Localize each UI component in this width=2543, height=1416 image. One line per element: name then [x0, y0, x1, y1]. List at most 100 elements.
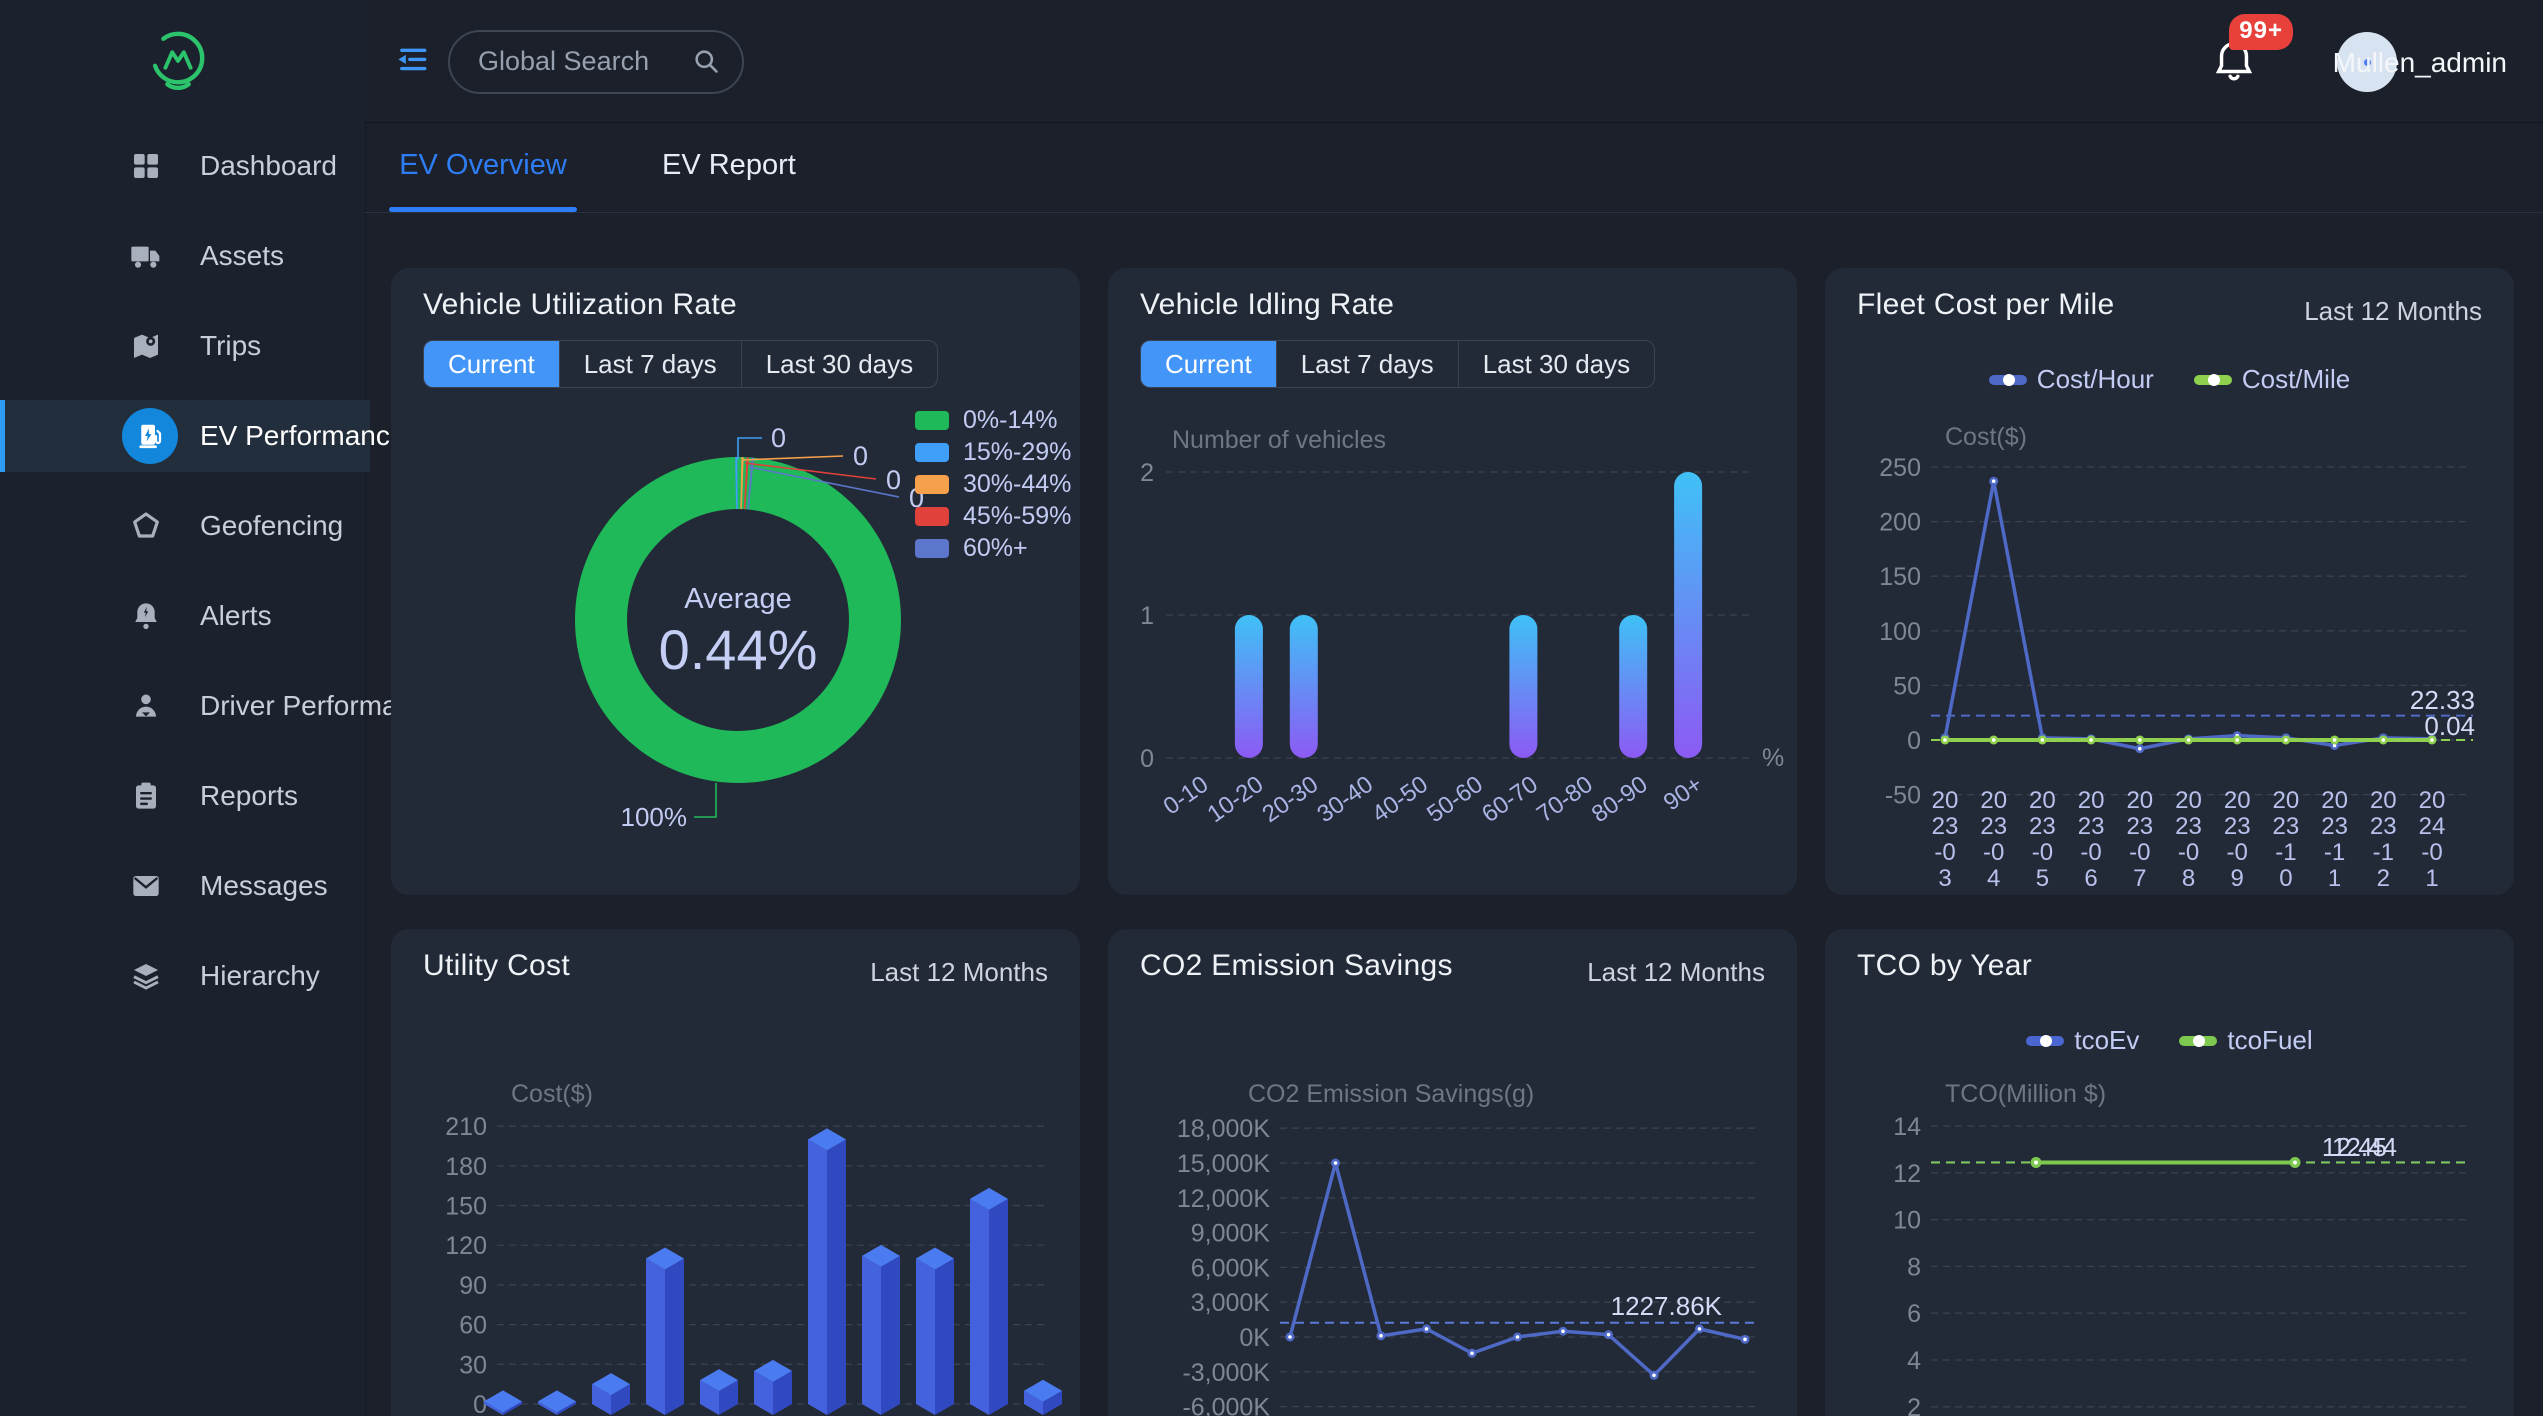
- svg-text:150: 150: [1879, 563, 1921, 591]
- sidebar-item-alerts[interactable]: Alerts: [0, 580, 365, 652]
- svg-text:6,000K: 6,000K: [1191, 1254, 1271, 1282]
- svg-text:70-80: 70-80: [1532, 771, 1598, 828]
- sidebar-item-geofencing[interactable]: Geofencing: [0, 490, 365, 562]
- svg-text:250: 250: [1879, 454, 1921, 482]
- svg-text:2: 2: [1907, 1394, 1921, 1416]
- svg-text:1: 1: [1140, 602, 1154, 630]
- svg-text:14: 14: [1893, 1113, 1921, 1141]
- brand-logo-icon[interactable]: [147, 29, 209, 91]
- svg-text:15,000K: 15,000K: [1177, 1150, 1270, 1178]
- legend-item[interactable]: 60%+: [915, 532, 1071, 564]
- grid-icon: [130, 150, 162, 182]
- svg-text:3,000K: 3,000K: [1191, 1289, 1271, 1317]
- svg-text:-0: -0: [1934, 839, 1955, 866]
- svg-text:-1: -1: [2275, 839, 2296, 866]
- svg-text:12.44: 12.44: [2332, 1132, 2397, 1162]
- svg-text:120: 120: [445, 1232, 487, 1260]
- sidebar-item-label: Messages: [200, 870, 328, 902]
- sidebar-item-trips[interactable]: Trips: [0, 310, 365, 382]
- sidebar-item-driver-performance[interactable]: Driver Performance: [0, 670, 365, 742]
- svg-text:23: 23: [2321, 813, 2348, 840]
- tab-label: EV Report: [662, 149, 796, 181]
- svg-text:150: 150: [445, 1193, 487, 1221]
- topbar: 99+ Mullen_admin: [365, 0, 2543, 123]
- ev-dashboard-app: Dashboard Assets Trips EV: [0, 0, 2543, 1416]
- legend-swatch: [915, 475, 949, 494]
- svg-text:0: 0: [1140, 745, 1154, 773]
- legend-label: 15%-29%: [963, 438, 1071, 467]
- svg-text:20: 20: [2224, 787, 2251, 814]
- sidebar-item-label: Reports: [200, 780, 298, 812]
- svg-text:10: 10: [1893, 1207, 1921, 1235]
- svg-text:0: 0: [853, 441, 868, 471]
- svg-text:23: 23: [2175, 813, 2202, 840]
- svg-text:5: 5: [2036, 865, 2049, 892]
- svg-text:6: 6: [1907, 1300, 1921, 1328]
- legend-swatch: [915, 411, 949, 430]
- svg-text:23: 23: [2029, 813, 2056, 840]
- svg-text:0: 0: [1907, 727, 1921, 755]
- svg-text:60: 60: [459, 1312, 487, 1340]
- svg-text:20: 20: [2370, 787, 2397, 814]
- sidebar-item-hierarchy[interactable]: Hierarchy: [0, 940, 365, 1012]
- svg-text:0K: 0K: [1239, 1324, 1270, 1352]
- svg-text:12,000K: 12,000K: [1177, 1185, 1270, 1213]
- svg-text:23: 23: [1932, 813, 1959, 840]
- map-pin-icon: [130, 330, 162, 362]
- sidebar-item-ev-performance[interactable]: EV Performance: [0, 400, 370, 472]
- legend-swatch: [915, 507, 949, 526]
- username: Mullen_admin: [2333, 47, 2507, 79]
- svg-text:23: 23: [2078, 813, 2105, 840]
- menu-collapse-icon[interactable]: [395, 45, 427, 75]
- svg-text:1227.86K: 1227.86K: [1611, 1291, 1723, 1321]
- svg-text:4: 4: [1907, 1347, 1921, 1375]
- svg-text:Cost($): Cost($): [511, 1080, 593, 1108]
- svg-text:24: 24: [2419, 813, 2446, 840]
- sidebar-item-label: Assets: [200, 240, 284, 272]
- sidebar-item-messages[interactable]: Messages: [0, 850, 365, 922]
- legend-item[interactable]: 30%-44%: [915, 468, 1071, 500]
- sidebar-item-label: Alerts: [200, 600, 272, 632]
- legend-item[interactable]: 0%-14%: [915, 404, 1071, 436]
- svg-text:7: 7: [2133, 865, 2146, 892]
- svg-text:90+: 90+: [1659, 771, 1708, 816]
- card-co2-emission-savings: CO2 Emission Savings Last 12 Months CO2 …: [1108, 929, 1797, 1416]
- svg-text:30-40: 30-40: [1312, 771, 1378, 828]
- svg-text:-0: -0: [1983, 839, 2004, 866]
- svg-text:-1: -1: [2324, 839, 2345, 866]
- legend-swatch: [915, 539, 949, 558]
- utilization-legend: 0%-14% 15%-29% 30%-44% 45%-59% 60%+: [915, 404, 1071, 564]
- svg-text:90: 90: [459, 1272, 487, 1300]
- sidebar-item-label: Geofencing: [200, 510, 343, 542]
- notification-count-badge: 99+: [2229, 14, 2293, 50]
- tab-ev-overview[interactable]: EV Overview: [389, 122, 577, 212]
- search-input[interactable]: [476, 32, 680, 90]
- sidebar-item-dashboard[interactable]: Dashboard: [0, 130, 365, 202]
- svg-text:20: 20: [2273, 787, 2300, 814]
- sidebar-item-reports[interactable]: Reports: [0, 760, 365, 832]
- legend-item[interactable]: 45%-59%: [915, 500, 1071, 532]
- svg-text:23: 23: [1980, 813, 2007, 840]
- svg-text:2: 2: [2377, 865, 2390, 892]
- svg-text:20: 20: [2078, 787, 2105, 814]
- svg-text:50-60: 50-60: [1422, 771, 1488, 828]
- svg-text:100%: 100%: [621, 802, 688, 832]
- svg-text:30: 30: [459, 1351, 487, 1379]
- svg-text:9,000K: 9,000K: [1191, 1220, 1271, 1248]
- sidebar-item-assets[interactable]: Assets: [0, 220, 365, 292]
- tco-line-chart: TCO(Million $)141210864212.4512.44: [1825, 929, 2514, 1416]
- tab-ev-report[interactable]: EV Report: [662, 122, 796, 212]
- svg-text:20: 20: [2175, 787, 2202, 814]
- legend-item[interactable]: 15%-29%: [915, 436, 1071, 468]
- utility-cost-bar-chart: Cost($)2101801501209060300: [391, 929, 1080, 1416]
- svg-text:%: %: [1762, 744, 1784, 772]
- svg-text:-50: -50: [1885, 782, 1921, 810]
- svg-text:-6,000K: -6,000K: [1182, 1394, 1270, 1416]
- svg-text:Number of vehicles: Number of vehicles: [1172, 426, 1386, 454]
- svg-text:23: 23: [2273, 813, 2300, 840]
- svg-text:8: 8: [1907, 1253, 1921, 1281]
- svg-text:20: 20: [1980, 787, 2007, 814]
- svg-text:18,000K: 18,000K: [1177, 1115, 1270, 1143]
- search-icon[interactable]: [692, 47, 720, 75]
- svg-text:0: 0: [2279, 865, 2292, 892]
